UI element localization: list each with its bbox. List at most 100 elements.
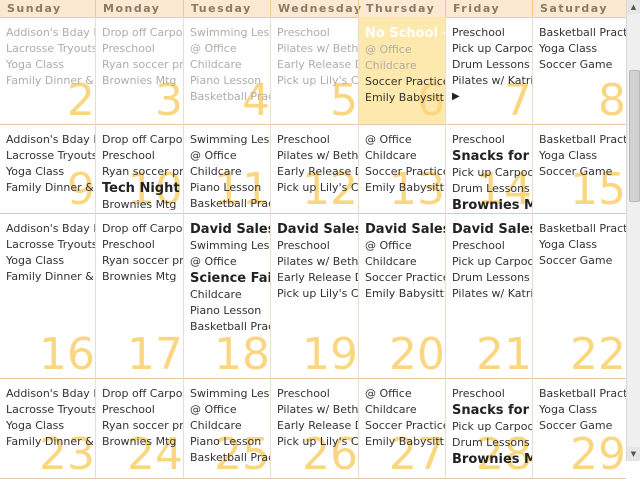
day-cell[interactable]: 27 @ Office Childcare Soccer Practice Emily … xyxy=(358,378,445,478)
calendar-event[interactable]: Childcare xyxy=(190,287,270,303)
calendar-event[interactable]: Emily Babysittin xyxy=(365,286,445,302)
calendar-event[interactable]: Pilates w/ Beth xyxy=(277,41,358,57)
day-cell[interactable]: 21 David Sales Preschool Pick up Carpool Dru… xyxy=(445,213,532,378)
calendar-event[interactable]: Addison's Bday P xyxy=(6,221,95,237)
calendar-event[interactable]: Soccer Practice xyxy=(365,418,445,434)
calendar-event[interactable]: Basketball Pract xyxy=(190,450,270,466)
calendar-event[interactable]: Basketball Pract xyxy=(190,196,270,212)
calendar-event[interactable]: Drum Lessons xyxy=(452,57,532,73)
calendar-event[interactable]: Piano Lesson xyxy=(190,303,270,319)
calendar-event[interactable]: Lacrosse Tryouts xyxy=(6,41,95,57)
calendar-event[interactable]: Childcare xyxy=(365,254,445,270)
calendar-event[interactable]: Yoga Class xyxy=(539,402,626,418)
calendar-event[interactable]: Addison's Bday P xyxy=(6,132,95,148)
calendar-event[interactable]: Soccer Game xyxy=(539,57,626,73)
calendar-event[interactable]: Addison's Bday P xyxy=(6,25,95,41)
day-cell[interactable]: 19 David Sales Preschool Pilates w/ Beth Ear… xyxy=(270,213,358,378)
calendar-event[interactable]: Swimming Lesso xyxy=(190,238,270,254)
calendar-event[interactable]: Preschool xyxy=(452,238,532,254)
calendar-event[interactable]: Lacrosse Tryouts xyxy=(6,402,95,418)
day-cell[interactable]: 4Swimming Lesso@ OfficeChildcarePiano Le… xyxy=(183,17,270,124)
calendar-event[interactable]: Preschool xyxy=(102,148,183,164)
calendar-event[interactable]: @ Office xyxy=(190,402,270,418)
calendar-event[interactable]: Soccer Game xyxy=(539,253,626,269)
calendar-event[interactable]: Swimming Lesso xyxy=(190,386,270,402)
calendar-event[interactable]: Brownies Mtg xyxy=(102,434,183,450)
calendar-event[interactable]: Brownies Mtg xyxy=(102,73,183,89)
scrollbar-thumb[interactable] xyxy=(629,70,640,202)
calendar-event[interactable]: David Sales xyxy=(452,221,532,238)
calendar-event[interactable]: Emily Babysittin xyxy=(365,90,445,106)
calendar-event[interactable]: @ Office xyxy=(190,41,270,57)
calendar-event[interactable]: Childcare xyxy=(365,148,445,164)
calendar-event[interactable]: Basketball Practic xyxy=(539,132,626,148)
calendar-event[interactable]: Tech Night xyxy=(102,180,183,197)
calendar-event[interactable]: Lacrosse Tryouts xyxy=(6,148,95,164)
day-cell[interactable]: 17 Drop off CarpoolPreschoolRyan soccer p… xyxy=(95,213,183,378)
calendar-event[interactable]: Early Release D xyxy=(277,418,358,434)
calendar-event[interactable]: Piano Lesson xyxy=(190,73,270,89)
calendar-event[interactable]: @ Office xyxy=(365,42,445,58)
calendar-event[interactable]: Addison's Bday P xyxy=(6,386,95,402)
calendar-event[interactable]: Ryan soccer pra xyxy=(102,164,183,180)
calendar-event[interactable]: Pilates w/ Beth xyxy=(277,254,358,270)
calendar-event[interactable]: Pick up Carpool xyxy=(452,254,532,270)
calendar-event[interactable]: Drum Lessons xyxy=(452,181,532,197)
calendar-event[interactable]: Brownies Mt xyxy=(452,451,532,468)
day-cell[interactable]: 22 Basketball PracticYoga ClassSoccer Gam… xyxy=(532,213,626,378)
calendar-event[interactable]: David Sales xyxy=(365,221,445,238)
calendar-event[interactable]: @ Office xyxy=(365,238,445,254)
calendar-event[interactable]: @ Office xyxy=(365,132,445,148)
calendar-event[interactable]: Preschool xyxy=(452,25,532,41)
calendar-event[interactable]: @ Office xyxy=(190,254,270,270)
calendar-event[interactable]: Soccer Game xyxy=(539,164,626,180)
calendar-event[interactable]: Science Fair xyxy=(190,270,270,287)
day-cell[interactable]: 7 Preschool Pick up Carpool Drum Lessons Pil… xyxy=(445,17,532,124)
calendar-event[interactable]: Pick up Lily's Ca xyxy=(277,180,358,196)
calendar-event[interactable]: Yoga Class xyxy=(6,418,95,434)
calendar-event[interactable]: Piano Lesson xyxy=(190,434,270,450)
calendar-event[interactable]: Family Dinner & M xyxy=(6,73,95,89)
day-cell[interactable]: 24Drop off CarpoolPreschoolRyan soccer p… xyxy=(95,378,183,478)
calendar-event[interactable]: Basketball Practic xyxy=(539,221,626,237)
more-events-arrow-icon[interactable]: ▶ xyxy=(452,89,532,105)
calendar-event[interactable]: Pilates w/ Katrin xyxy=(452,73,532,89)
day-cell[interactable]: 16 Addison's Bday P Lacrosse Tryouts Yoga C… xyxy=(0,213,95,378)
calendar-event[interactable]: Pilates w/ Katrin xyxy=(452,286,532,302)
day-cell[interactable]: 12 Preschool Pilates w/ Beth Early Release … xyxy=(270,124,358,213)
calendar-event[interactable]: Early Release D xyxy=(277,164,358,180)
day-cell-today[interactable]: 6 No School - @ Office Childcare Soccer Pra… xyxy=(358,17,445,124)
day-cell[interactable]: 28PreschoolSnacks for EPick up CarpoolDr… xyxy=(445,378,532,478)
calendar-event[interactable]: Brownies Mtg xyxy=(102,197,183,213)
day-cell[interactable]: 18David SalesSwimming Lesso@ OfficeScien… xyxy=(183,213,270,378)
calendar-event[interactable]: Preschool xyxy=(102,237,183,253)
calendar-event[interactable]: Swimming Lesso xyxy=(190,132,270,148)
calendar-event[interactable]: Preschool xyxy=(452,386,532,402)
day-cell[interactable]: 3Drop off CarpoolPreschoolRyan soccer pr… xyxy=(95,17,183,124)
calendar-event[interactable]: Brownies Mtg xyxy=(452,197,532,213)
calendar-event[interactable]: Early Release D xyxy=(277,57,358,73)
calendar-event[interactable]: Yoga Class xyxy=(539,41,626,57)
calendar-event[interactable]: Ryan soccer pra xyxy=(102,418,183,434)
day-cell[interactable]: 10Drop off CarpoolPreschoolRyan soccer p… xyxy=(95,124,183,213)
calendar-event[interactable]: Yoga Class xyxy=(6,57,95,73)
calendar-event[interactable]: Drop off Carpool xyxy=(102,221,183,237)
calendar-event[interactable]: Soccer Practice xyxy=(365,270,445,286)
calendar-event[interactable]: Emily Babysittin xyxy=(365,434,445,450)
calendar-event[interactable]: @ Office xyxy=(365,386,445,402)
calendar-event[interactable]: Lacrosse Tryouts xyxy=(6,237,95,253)
calendar-event[interactable]: Early Release D xyxy=(277,270,358,286)
day-cell[interactable]: 29Basketball PracticYoga ClassSoccer Gam… xyxy=(532,378,626,478)
calendar-event[interactable]: Preschool xyxy=(277,132,358,148)
calendar-event[interactable]: Drum Lessons xyxy=(452,435,532,451)
calendar-event[interactable]: Emily Babysittin xyxy=(365,180,445,196)
calendar-event[interactable]: Brownies Mtg xyxy=(102,269,183,285)
calendar-event[interactable]: Basketball Pract xyxy=(190,89,270,105)
day-cell[interactable]: 25Swimming Lesso@ OfficeChildcarePiano L… xyxy=(183,378,270,478)
calendar-event[interactable]: Pick up Lily's Ca xyxy=(277,434,358,450)
calendar-event[interactable]: Pick up Lily's Ca xyxy=(277,286,358,302)
calendar-event[interactable]: David Sales xyxy=(190,221,270,238)
day-cell[interactable]: 9 Addison's Bday P Lacrosse Tryouts Yoga Cl… xyxy=(0,124,95,213)
calendar-event[interactable]: Family Dinner & M xyxy=(6,434,95,450)
day-cell[interactable]: 8Basketball PracticYoga ClassSoccer Game xyxy=(532,17,626,124)
